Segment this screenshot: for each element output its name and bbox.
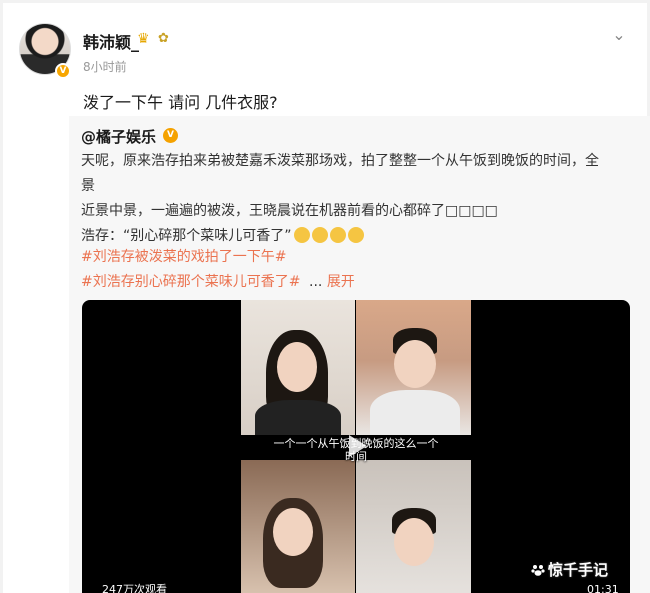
crown-icon: ♛ [137, 31, 150, 47]
expand-label[interactable]: 展开 [327, 274, 355, 290]
video-duration: 01:31 [587, 583, 619, 593]
ellipsis: ... [309, 274, 323, 290]
verified-badge: V [55, 63, 71, 79]
view-count: 247万次观看 [102, 583, 167, 593]
weibo-post-card: V 韩沛颖_ ♛ ✿ 8小时前 ⌄ 泼了一下午 请问 几件衣服? @橘子娱乐 V… [3, 3, 650, 593]
hashtag-link-1[interactable]: #刘浩存被泼菜的戏拍了一下午# [81, 246, 286, 266]
video-tile-3 [241, 460, 355, 593]
repost-body: 天呢，原来浩存拍来弟被楚嘉禾泼菜那场戏，拍了整整一个从午饭到晚饭的时间，全景 近… [81, 149, 611, 249]
verified-icon: V [163, 128, 178, 143]
post-text: 泼了一下午 请问 几件衣服? [83, 93, 278, 112]
emoji-icon [311, 227, 328, 243]
post-time[interactable]: 8小时前 [83, 58, 127, 75]
play-icon[interactable] [340, 430, 372, 462]
expand-link[interactable]: ... 展开 [309, 271, 355, 291]
watermark: 惊千手记 [531, 559, 608, 580]
video-tile-2 [356, 300, 471, 435]
reposted-content[interactable]: @橘子娱乐 V 天呢，原来浩存拍来弟被楚嘉禾泼菜那场戏，拍了整整一个从午饭到晚饭… [69, 116, 650, 593]
repost-line-1: 天呢，原来浩存拍来弟被楚嘉禾泼菜那场戏，拍了整整一个从午饭到晚饭的时间，全景 [81, 153, 599, 194]
chevron-down-icon[interactable]: ⌄ [609, 25, 629, 45]
emoji-icon [293, 227, 310, 243]
flower-icon: ✿ [158, 31, 169, 46]
video-tile-4 [356, 460, 471, 593]
emoji-icon [347, 227, 364, 243]
emoji-icon [329, 227, 346, 243]
feed-page: V 韩沛颖_ ♛ ✿ 8小时前 ⌄ 泼了一下午 请问 几件衣服? @橘子娱乐 V… [0, 0, 650, 593]
watermark-text: 惊千手记 [548, 561, 609, 579]
paw-icon [531, 565, 545, 576]
repost-line-2: 近景中景，一遍遍的被泼，王晓晨说在机器前看的心都碎了□□□□ [81, 203, 498, 219]
repost-author[interactable]: @橘子娱乐 [81, 126, 156, 147]
post-author[interactable]: 韩沛颖_ [83, 29, 139, 53]
video-tile-1 [241, 300, 355, 435]
video-player[interactable]: 一个一个从午饭到晚饭的这么一个 时间 247万次观看 01:31 [82, 300, 630, 593]
hashtag-link-2[interactable]: #刘浩存别心碎那个菜味儿可香了# [81, 271, 300, 291]
repost-quote: 浩存：“别心碎那个菜味儿可香了” [81, 228, 292, 244]
